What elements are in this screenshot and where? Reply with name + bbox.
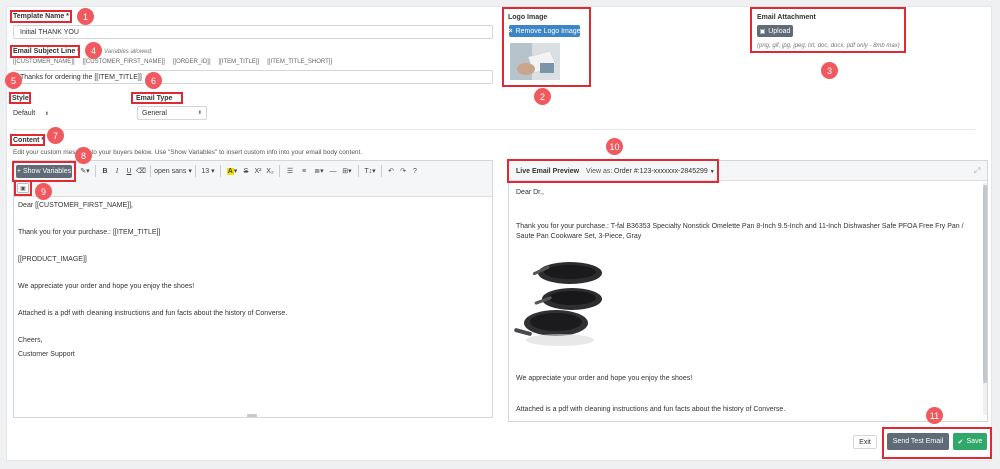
- body-line: Customer Support: [18, 351, 75, 358]
- highlight-subject: [10, 45, 80, 58]
- callout-badge: 8: [75, 147, 92, 164]
- product-image: [514, 255, 606, 351]
- exit-button[interactable]: Exit: [853, 435, 877, 449]
- highlight-attachment: [750, 7, 906, 53]
- toolbar-divider: [358, 165, 359, 177]
- superscript-icon[interactable]: X²: [252, 164, 264, 178]
- callout-badge: 5: [5, 72, 22, 89]
- highlight-preview-header: [507, 159, 719, 183]
- variable-token[interactable]: [[ITEM_TITLE_SHORT]]: [267, 59, 332, 65]
- undo-icon[interactable]: ↶: [385, 164, 397, 178]
- body-line: We appreciate your order and hope you en…: [18, 283, 195, 290]
- callout-badge: 1: [77, 8, 94, 25]
- variable-token[interactable]: [[ORDER_ID]]: [173, 59, 211, 65]
- horizontal-rule-icon[interactable]: —: [327, 164, 339, 178]
- highlight-content: [10, 134, 45, 146]
- font-size-value: 13: [201, 167, 210, 175]
- subject-variables: [[CUSTOMER_NAME]] [[CUSTOMER_FIRST_NAME]…: [13, 59, 332, 65]
- font-size-select[interactable]: 13 ▾: [199, 164, 217, 178]
- highlight-logo: [502, 7, 591, 87]
- highlight-style: [9, 92, 31, 104]
- align-icon[interactable]: ≣▾: [311, 164, 327, 178]
- scrollbar-thumb[interactable]: [983, 185, 987, 383]
- highlight-insert-image: [14, 180, 32, 196]
- subject-input[interactable]: Thanks for ordering the [[ITEM_TITLE]]: [13, 70, 493, 84]
- style-value: Default: [13, 110, 36, 117]
- updown-icon: ⬍: [44, 110, 49, 117]
- callout-badge: 2: [534, 88, 551, 105]
- callout-badge: 3: [821, 62, 838, 79]
- preview-purchase: Thank you for your purchase.: T-fal B363…: [516, 223, 964, 240]
- callout-badge: 10: [606, 138, 623, 155]
- body-line: Cheers,: [18, 337, 43, 344]
- numbered-list-icon[interactable]: ≡: [297, 164, 311, 178]
- preview-attached: Attached is a pdf with cleaning instruct…: [516, 406, 786, 413]
- toolbar-divider: [150, 165, 151, 177]
- resize-handle[interactable]: [247, 414, 257, 417]
- updown-icon: ⬍: [197, 110, 202, 116]
- email-template-editor: { "template_name": { "label": "Template …: [0, 0, 1000, 469]
- font-family-value: open sans: [154, 167, 187, 175]
- toolbar-divider: [220, 165, 221, 177]
- toolbar-divider: [381, 165, 382, 177]
- format-toolbar: ✎▾ B I U ⌫ open sans ▾ 13 ▾ A ▾ S X² X₂ ☰…: [78, 164, 488, 178]
- style-select[interactable]: Default ⬍: [13, 107, 49, 120]
- redo-icon[interactable]: ↷: [397, 164, 409, 178]
- highlight-footer-buttons: [882, 427, 992, 459]
- email-type-select[interactable]: General ⬍: [137, 106, 207, 120]
- expand-icon[interactable]: ⤢: [974, 166, 980, 176]
- callout-badge: 7: [47, 127, 64, 144]
- content-instructions: Edit your custom message to your buyers …: [13, 149, 363, 156]
- callout-badge: 4: [85, 42, 102, 59]
- font-family-select[interactable]: open sans ▾: [154, 164, 192, 178]
- italic-icon[interactable]: I: [111, 164, 123, 178]
- body-line: Attached is a pdf with cleaning instruct…: [18, 310, 288, 317]
- subscript-icon[interactable]: X₂: [264, 164, 276, 178]
- body-line: [[PRODUCT_IMAGE]]: [18, 256, 87, 263]
- email-type-value: General: [142, 109, 167, 117]
- preview-appreciate: We appreciate your order and hope you en…: [516, 375, 693, 382]
- line-height-icon[interactable]: T↕▾: [362, 164, 378, 178]
- bold-icon[interactable]: B: [99, 164, 111, 178]
- underline-icon[interactable]: U: [123, 164, 135, 178]
- variable-token[interactable]: [[CUSTOMER_FIRST_NAME]]: [83, 59, 165, 65]
- preview-scrollbar[interactable]: [983, 183, 987, 415]
- highlight-email-type: [131, 92, 183, 104]
- callout-badge: 6: [145, 72, 162, 89]
- callout-badge: 9: [35, 183, 52, 200]
- help-icon[interactable]: ?: [409, 164, 421, 178]
- exit-label: Exit: [859, 438, 871, 446]
- toolbar-divider: [279, 165, 280, 177]
- strikethrough-icon[interactable]: S: [240, 164, 252, 178]
- preview-greeting: Dear Dr.,: [516, 189, 545, 196]
- callout-badge: 11: [926, 407, 943, 424]
- toolbar-divider: [195, 165, 196, 177]
- variable-token[interactable]: [[CUSTOMER_NAME]]: [13, 59, 75, 65]
- variables-hint: Variables allowed:: [104, 49, 153, 55]
- body-line: Dear [[CUSTOMER_FIRST_NAME]],: [18, 202, 134, 209]
- divider: [13, 129, 975, 130]
- toolbar-divider: [95, 165, 96, 177]
- body-line: Thank you for your purchase.: [[ITEM_TIT…: [18, 229, 161, 236]
- text-color-icon[interactable]: A ▾: [224, 164, 240, 178]
- template-name-input[interactable]: Initial THANK YOU: [13, 25, 493, 39]
- eraser-icon[interactable]: ⌫: [135, 164, 147, 178]
- highlight-show-variables: [12, 161, 76, 182]
- bullet-list-icon[interactable]: ☰: [283, 164, 297, 178]
- magic-wand-icon[interactable]: ✎▾: [78, 164, 92, 178]
- highlight-template-name: [10, 10, 72, 23]
- table-icon[interactable]: ⊞▾: [339, 164, 355, 178]
- variable-token[interactable]: [[ITEM_TITLE]]: [219, 59, 260, 65]
